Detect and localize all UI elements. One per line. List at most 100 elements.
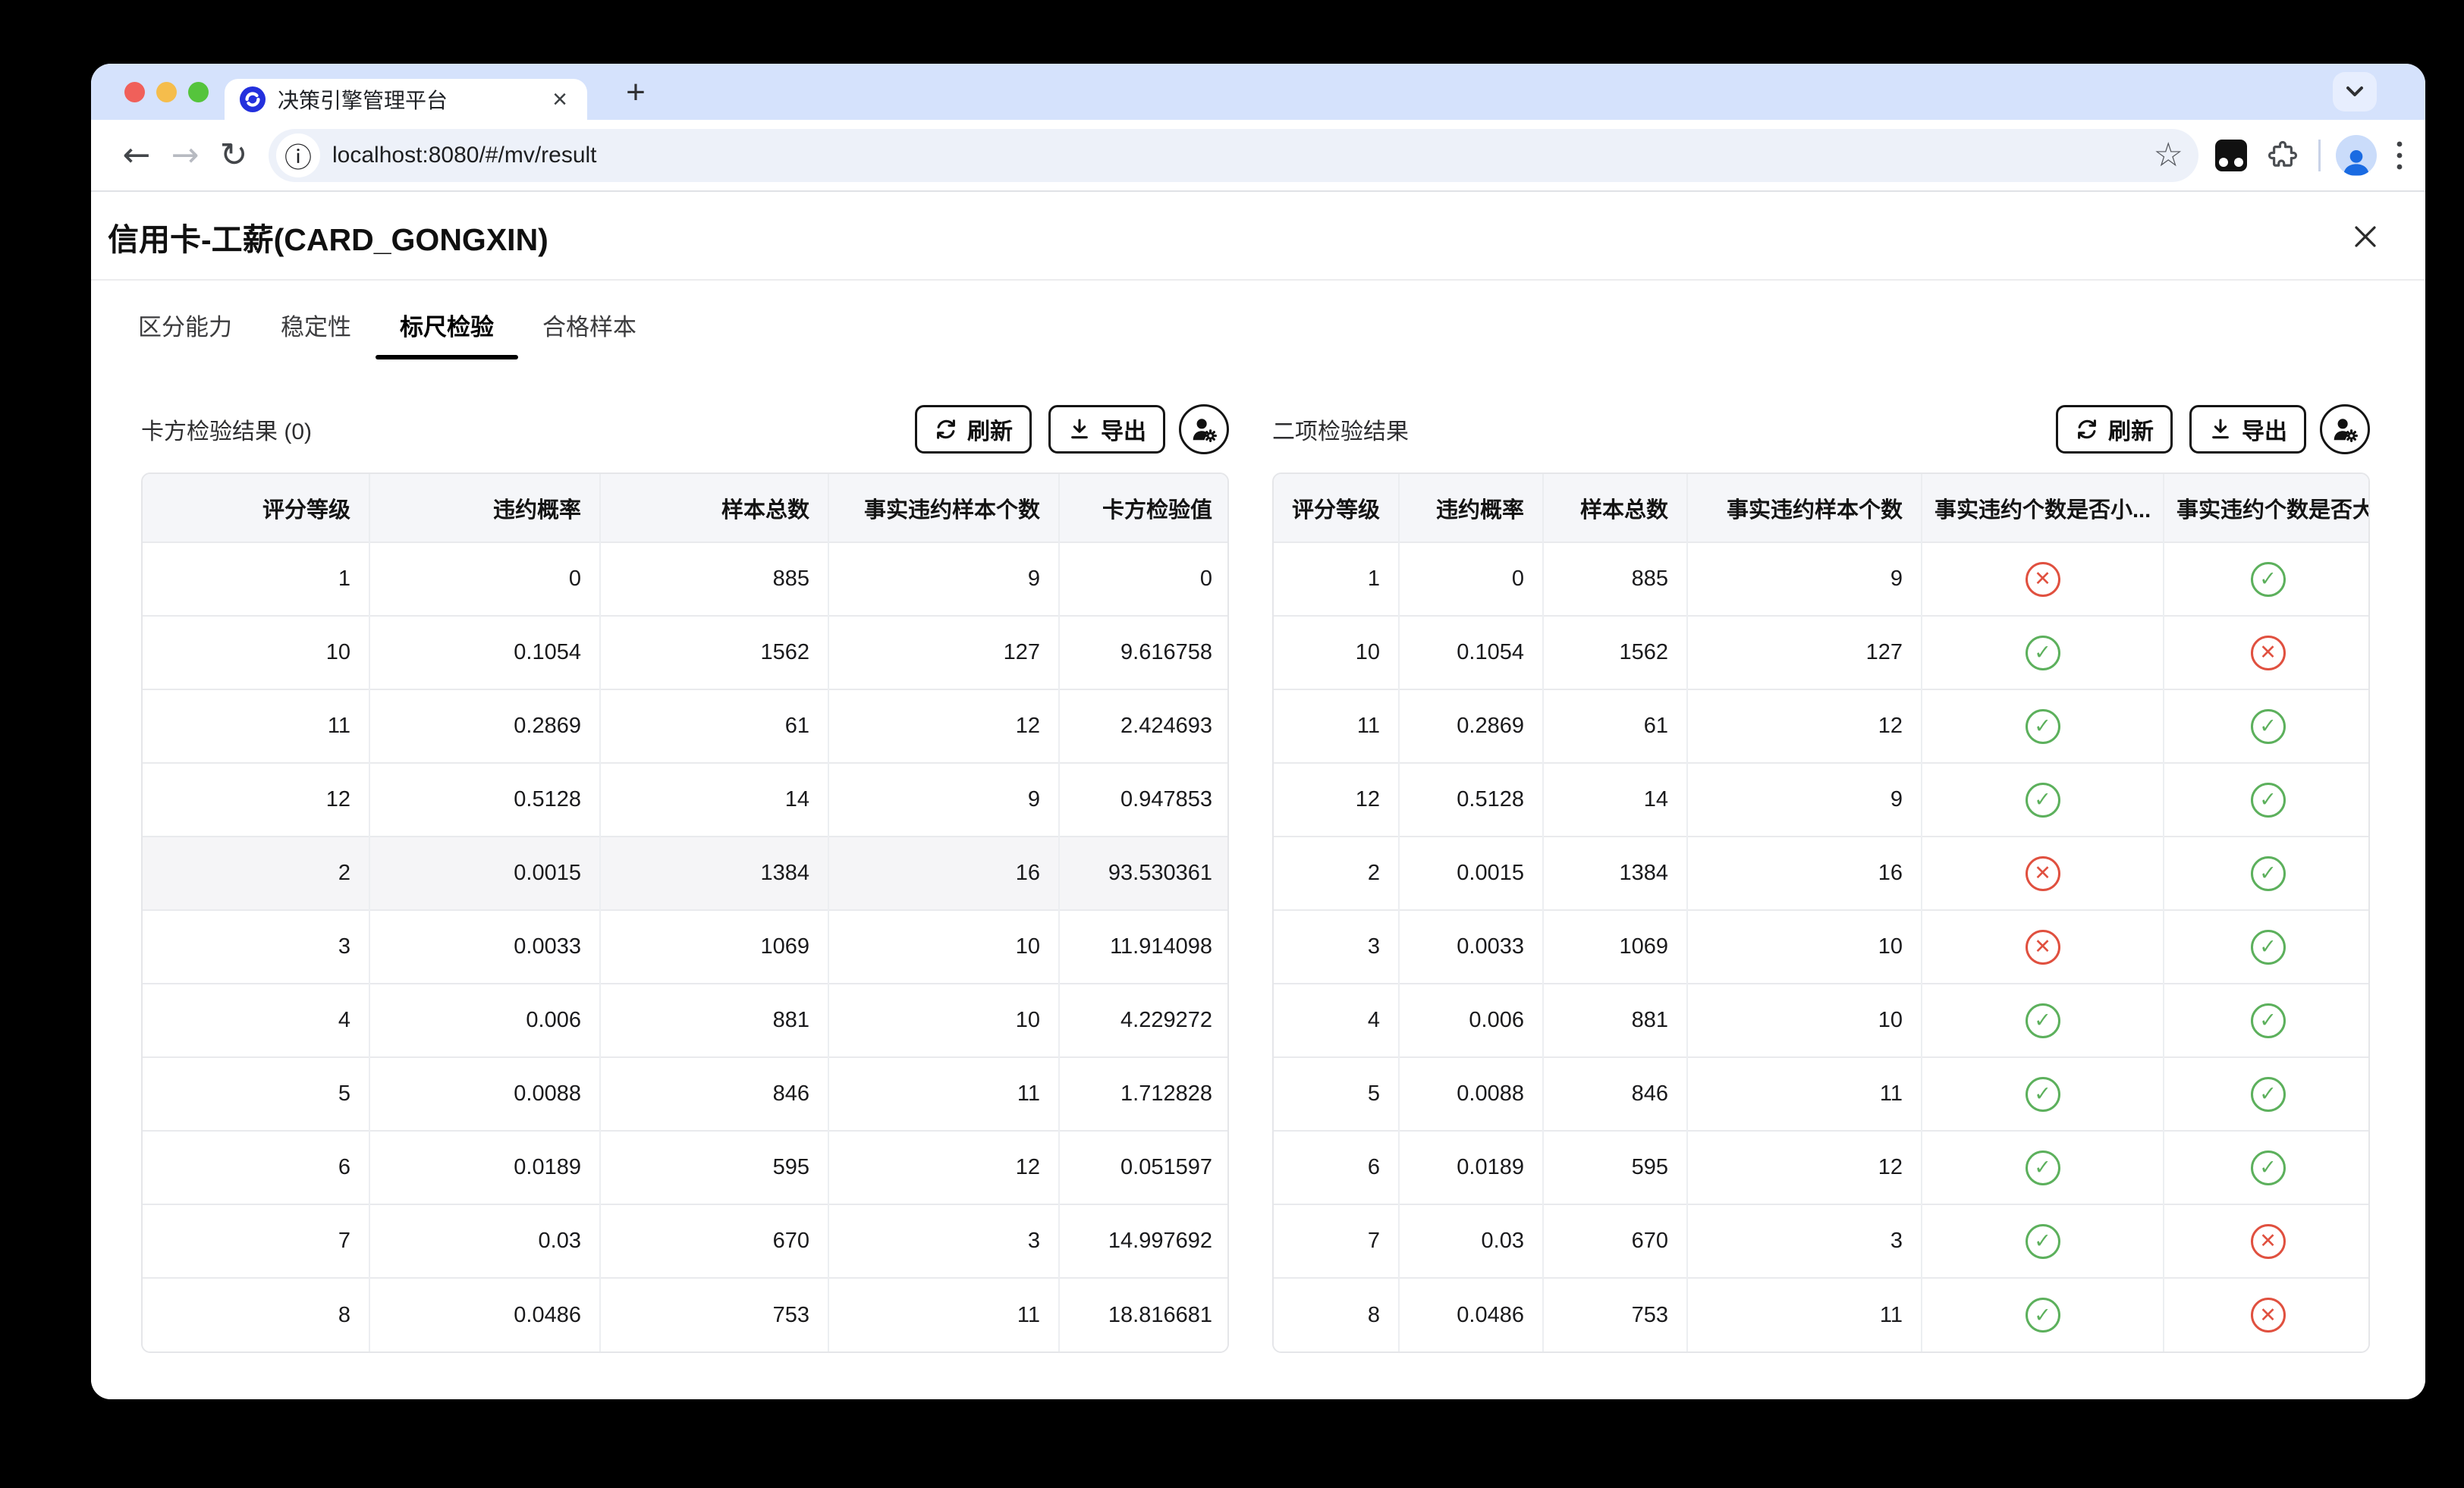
browser-tab-title: 决策引擎管理平台 xyxy=(278,84,548,115)
status-cell: ✓ xyxy=(2164,542,2370,616)
window-close-button[interactable] xyxy=(124,82,145,102)
cell: 0.0088 xyxy=(369,1057,600,1131)
cell: 12 xyxy=(828,689,1059,763)
status-cell: ✕ xyxy=(2164,616,2370,689)
binomial-panel-header: 二项检验结果 刷新 导出 xyxy=(1272,404,2370,454)
extension-icon[interactable] xyxy=(2215,140,2247,171)
cell: 0 xyxy=(1399,542,1543,616)
export-label: 导出 xyxy=(2242,413,2287,446)
url-text[interactable]: localhost:8080/#/mv/result xyxy=(332,143,2148,168)
refresh-icon xyxy=(934,417,958,441)
chi-square-panel-title: 卡方检验结果 (0) xyxy=(141,413,312,446)
check-circle-icon: ✓ xyxy=(2251,1151,2286,1185)
table-header-row: 评分等级违约概率样本总数事实违约样本个数事实违约个数是否小...事实违约个数是否… xyxy=(1274,474,2370,542)
tab-stability[interactable]: 稳定性 xyxy=(256,281,376,369)
column-header: 样本总数 xyxy=(600,474,828,542)
cell: 10 xyxy=(1687,910,1922,984)
back-button[interactable]: ← xyxy=(112,136,161,174)
browser-menu-button[interactable] xyxy=(2395,138,2404,173)
close-button[interactable] xyxy=(2343,215,2387,259)
page-title: 信用卡-工薪(CARD_GONGXIN) xyxy=(108,214,548,259)
table-row: 1088590 xyxy=(143,542,1229,616)
table-row: 60.0189595120.051597 xyxy=(143,1131,1229,1204)
refresh-button[interactable]: 刷新 xyxy=(915,405,1032,454)
refresh-button[interactable]: 刷新 xyxy=(2056,405,2173,454)
binomial-table-body: 108859✕✓100.10541562127✓✕110.28696112✓✓1… xyxy=(1274,542,2370,1351)
cell: 0.0015 xyxy=(1399,837,1543,910)
chi-square-table: 评分等级违约概率样本总数事实违约样本个数卡方检验值 1088590100.105… xyxy=(141,472,1229,1353)
status-cell: ✓ xyxy=(2164,689,2370,763)
table-row: 100.105415621279.616758 xyxy=(143,616,1229,689)
cell: 1 xyxy=(143,542,369,616)
export-button[interactable]: 导出 xyxy=(2189,405,2306,454)
site-info-icon[interactable]: ⓘ xyxy=(276,133,320,177)
status-cell: ✓ xyxy=(2164,1131,2370,1204)
x-circle-icon: ✕ xyxy=(2251,1298,2286,1333)
browser-tab[interactable]: 决策引擎管理平台 × xyxy=(225,79,587,120)
user-settings-icon xyxy=(1189,414,1219,444)
column-header: 事实违约样本个数 xyxy=(1687,474,1922,542)
cell: 18.816681 xyxy=(1059,1278,1229,1351)
check-circle-icon: ✓ xyxy=(2251,709,2286,744)
status-cell: ✕ xyxy=(2164,1278,2370,1351)
cell: 0.1054 xyxy=(1399,616,1543,689)
table-row: 110.286961122.424693 xyxy=(143,689,1229,763)
check-circle-icon: ✓ xyxy=(2251,562,2286,597)
reload-button[interactable]: ↻ xyxy=(209,136,258,174)
site-favicon-icon xyxy=(240,86,266,112)
tab-close-icon[interactable]: × xyxy=(548,86,572,112)
bookmark-star-icon[interactable]: ☆ xyxy=(2154,136,2183,174)
address-bar[interactable]: ⓘ localhost:8080/#/mv/result ☆ xyxy=(269,129,2198,182)
check-circle-icon: ✓ xyxy=(2251,1077,2286,1112)
column-settings-button[interactable] xyxy=(1179,404,1229,454)
check-circle-icon: ✓ xyxy=(2251,930,2286,965)
tab-qualified-sample[interactable]: 合格样本 xyxy=(518,281,661,369)
cell: 0.2869 xyxy=(1399,689,1543,763)
cell: 595 xyxy=(1543,1131,1687,1204)
user-settings-icon xyxy=(2330,414,2360,444)
table-row: 20.0015138416✕✓ xyxy=(1274,837,2370,910)
cell: 0.03 xyxy=(369,1204,600,1278)
user-icon xyxy=(2341,147,2371,176)
status-cell: ✓ xyxy=(1922,984,2164,1057)
cell: 0.5128 xyxy=(369,763,600,837)
profile-avatar[interactable] xyxy=(2336,135,2377,176)
extensions-puzzle-icon[interactable] xyxy=(2267,140,2299,171)
tab-discrimination[interactable]: 区分能力 xyxy=(114,281,256,369)
cell: 14 xyxy=(600,763,828,837)
forward-button[interactable]: → xyxy=(161,136,209,174)
new-tab-button[interactable]: + xyxy=(614,73,657,112)
cell: 885 xyxy=(1543,542,1687,616)
window-zoom-button[interactable] xyxy=(188,82,209,102)
cell: 11 xyxy=(143,689,369,763)
table-row: 70.03670314.997692 xyxy=(143,1204,1229,1278)
x-circle-icon: ✕ xyxy=(2026,856,2060,891)
cell: 3 xyxy=(1687,1204,1922,1278)
cell: 12 xyxy=(1274,763,1399,837)
x-circle-icon: ✕ xyxy=(2026,562,2060,597)
window-minimize-button[interactable] xyxy=(156,82,177,102)
column-settings-button[interactable] xyxy=(2320,404,2370,454)
binomial-table: 评分等级违约概率样本总数事实违约样本个数事实违约个数是否小...事实违约个数是否… xyxy=(1272,472,2370,1353)
refresh-label: 刷新 xyxy=(2108,413,2154,446)
cell: 846 xyxy=(1543,1057,1687,1131)
cell: 0 xyxy=(369,542,600,616)
check-circle-icon: ✓ xyxy=(2026,1298,2060,1333)
cell: 0.03 xyxy=(1399,1204,1543,1278)
cell: 0.0189 xyxy=(1399,1131,1543,1204)
cell: 9.616758 xyxy=(1059,616,1229,689)
status-cell: ✓ xyxy=(2164,763,2370,837)
tab-search-button[interactable] xyxy=(2333,72,2377,111)
table-row: 30.0033106910✕✓ xyxy=(1274,910,2370,984)
close-icon xyxy=(2349,221,2381,253)
check-circle-icon: ✓ xyxy=(2026,1077,2060,1112)
refresh-label: 刷新 xyxy=(967,413,1013,446)
cell: 4.229272 xyxy=(1059,984,1229,1057)
cell: 7 xyxy=(1274,1204,1399,1278)
cell: 3 xyxy=(143,910,369,984)
cell: 61 xyxy=(1543,689,1687,763)
chevron-down-icon xyxy=(2343,84,2366,99)
export-button[interactable]: 导出 xyxy=(1048,405,1165,454)
cell: 11 xyxy=(828,1278,1059,1351)
tab-scale-test[interactable]: 标尺检验 xyxy=(376,281,518,369)
